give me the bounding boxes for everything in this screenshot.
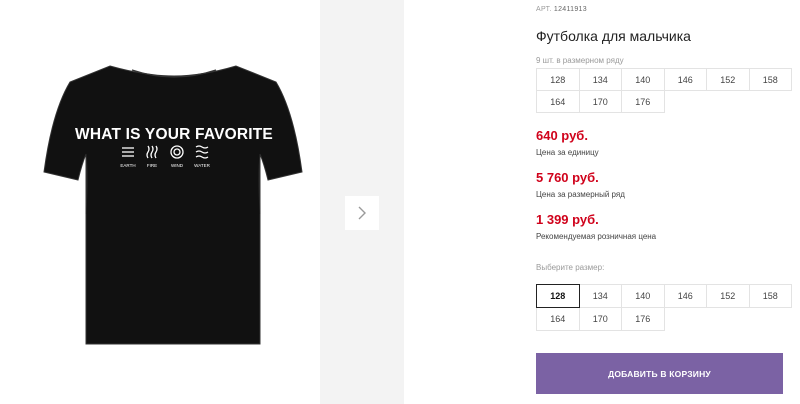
size-option[interactable]: 134 — [578, 284, 622, 308]
unit-price: 640 руб. — [536, 128, 588, 143]
element-label: EARTH — [120, 163, 135, 168]
choose-size-label: Выберите размер: — [536, 263, 605, 272]
tshirt-image: WHAT IS YOUR FAVORITE EARTH FIRE WIND WA… — [43, 65, 303, 345]
size-option[interactable]: 140 — [621, 284, 665, 308]
element-label: WATER — [194, 163, 210, 168]
print-text: WHAT IS YOUR FAVORITE — [75, 126, 273, 143]
element-label: WIND — [171, 163, 184, 168]
size-row-cell: 146 — [663, 68, 707, 91]
size-option[interactable]: 146 — [663, 284, 707, 308]
size-selector: 128 134 140 146 152 158 164 170 176 — [536, 284, 792, 331]
size-row-cell: 176 — [621, 90, 665, 113]
size-row-price: 5 760 руб. — [536, 170, 599, 185]
product-title: Футболка для мальчика — [536, 28, 691, 44]
size-option[interactable]: 176 — [621, 307, 665, 331]
size-row-cell: 140 — [621, 68, 665, 91]
size-row-cell: 128 — [536, 68, 580, 91]
size-option[interactable]: 170 — [578, 307, 622, 331]
size-row-cell: 170 — [578, 90, 622, 113]
add-to-cart-button[interactable]: ДОБАВИТЬ В КОРЗИНУ — [536, 353, 783, 394]
size-row-cell: 164 — [536, 90, 580, 113]
sku-label: АРТ. — [536, 6, 552, 13]
element-label: FIRE — [147, 163, 157, 168]
unit-price-label: Цена за единицу — [536, 148, 599, 157]
size-row-cell: 158 — [748, 68, 792, 91]
size-row-grid: 128 134 140 146 152 158 164 170 176 — [536, 68, 792, 113]
size-option[interactable]: 164 — [536, 307, 580, 331]
size-option[interactable]: 158 — [748, 284, 792, 308]
sku: АРТ. 12411913 — [536, 6, 587, 13]
chevron-right-icon — [358, 206, 366, 220]
sku-value: 12411913 — [553, 6, 587, 13]
product-image-main[interactable]: WHAT IS YOUR FAVORITE EARTH FIRE WIND WA… — [0, 0, 312, 404]
retail-price: 1 399 руб. — [536, 212, 599, 227]
retail-price-label: Рекомендуемая розничная цена — [536, 232, 657, 241]
size-option-selected[interactable]: 128 — [536, 284, 580, 308]
size-row-price-label: Цена за размерный ряд — [536, 190, 625, 199]
size-option[interactable]: 152 — [706, 284, 750, 308]
size-row-cell: 134 — [578, 68, 622, 91]
size-row-cell: 152 — [706, 68, 750, 91]
next-image-button[interactable] — [345, 196, 379, 230]
size-row-note: 9 шт. в размерном ряду — [536, 56, 624, 65]
